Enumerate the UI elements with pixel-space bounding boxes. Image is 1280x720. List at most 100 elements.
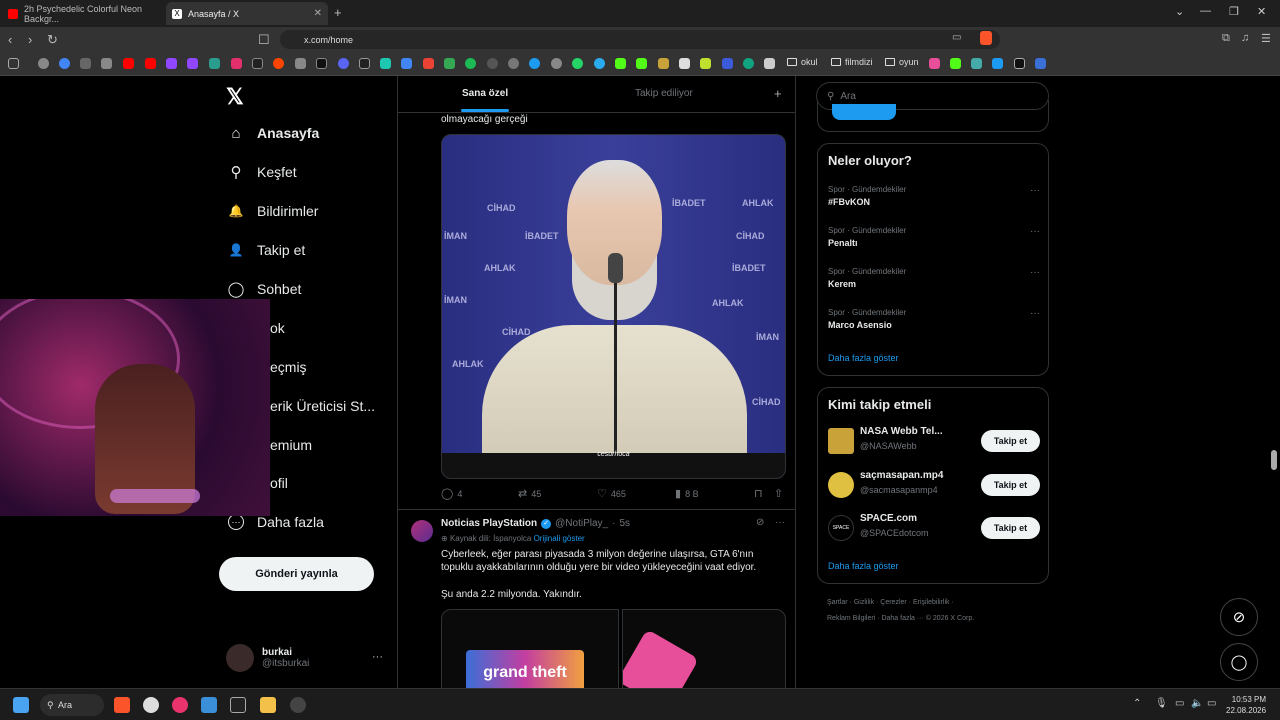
bookmark-icon[interactable] xyxy=(572,58,583,69)
brave-shield-icon[interactable] xyxy=(980,31,992,45)
nav-premium[interactable]: emium xyxy=(270,437,312,453)
bookmark-icon[interactable] xyxy=(359,58,370,69)
bookmark-icon[interactable] xyxy=(508,58,519,69)
new-tab-button[interactable]: + xyxy=(334,5,342,20)
nav-home[interactable]: ⌂ Anasayfa xyxy=(228,125,319,142)
repost-button[interactable]: ⇄ 45 xyxy=(518,487,541,500)
bookmark-icon[interactable] xyxy=(764,58,775,69)
cast-icon[interactable]: ▭ xyxy=(952,32,961,43)
footer-links[interactable]: Şartlar · Gizlilik · Çerezler · Erişileb… xyxy=(827,599,954,606)
tab-list-icon[interactable]: ⌄ xyxy=(1175,5,1184,18)
show-more-link[interactable]: Daha fazla göster xyxy=(828,353,899,363)
bookmark-icon[interactable] xyxy=(166,58,177,69)
bookmark-icon[interactable] xyxy=(295,58,306,69)
footer-links[interactable]: Reklam Bilgileri · Daha fazla ··· © 2026… xyxy=(827,615,974,622)
media-icon[interactable]: ♫ xyxy=(1241,32,1249,44)
url-input[interactable]: x.com/home xyxy=(280,30,1000,49)
show-more-link[interactable]: Daha fazla göster xyxy=(828,561,899,571)
avatar[interactable] xyxy=(411,520,433,542)
bookmark-icon[interactable] xyxy=(551,58,562,69)
reply-button[interactable]: ◯ 4 xyxy=(441,487,462,500)
bookmark-folder-okul[interactable]: okul xyxy=(787,57,818,67)
nav-more[interactable]: ⋯ Daha fazla xyxy=(228,514,324,530)
bookmark-icon[interactable] xyxy=(423,58,434,69)
bookmark-icon[interactable] xyxy=(679,58,690,69)
back-icon[interactable]: ‹ xyxy=(8,32,12,47)
nav-explore[interactable]: ⚲ Keşfet xyxy=(228,164,297,181)
bookmark-icon[interactable] xyxy=(743,58,754,69)
bookmark-icon[interactable] xyxy=(401,58,412,69)
bookmark-folder-oyun[interactable]: oyun xyxy=(885,57,919,67)
bookmark-icon[interactable] xyxy=(950,58,961,69)
media-player-icon[interactable] xyxy=(172,697,188,713)
grok-icon[interactable]: ⊘ xyxy=(756,517,764,528)
bookmark-icon[interactable] xyxy=(145,58,156,69)
bookmark-icon[interactable] xyxy=(59,58,70,69)
show-original-link[interactable]: Orijinali göster xyxy=(534,534,585,543)
views-button[interactable]: ▮ 8 B xyxy=(675,487,699,500)
app-icon[interactable] xyxy=(201,697,217,713)
bookmark-icon[interactable] xyxy=(529,58,540,69)
tweet-image[interactable] xyxy=(622,609,786,689)
apps-icon[interactable] xyxy=(8,58,19,69)
bookmark-icon[interactable] xyxy=(658,58,669,69)
bookmark-icon[interactable] xyxy=(273,58,284,69)
bookmark-icon[interactable] xyxy=(1035,58,1046,69)
bookmark-icon[interactable] xyxy=(722,58,733,69)
close-window-button[interactable]: ✕ xyxy=(1257,5,1266,18)
share-button[interactable]: ⇧ xyxy=(774,487,787,500)
obs-icon[interactable] xyxy=(290,697,306,713)
trend-item[interactable]: Spor · Gündemdekiler Marco Asensio ··· xyxy=(828,308,1040,330)
nav-history[interactable]: eçmiş xyxy=(270,359,307,375)
bookmark-icon[interactable] xyxy=(80,58,91,69)
bookmark-icon[interactable] xyxy=(971,58,982,69)
nav-grok[interactable]: ok xyxy=(270,320,285,336)
close-tab-icon[interactable]: ✕ xyxy=(314,8,322,19)
follow-button[interactable]: Takip et xyxy=(981,517,1040,539)
menu-icon[interactable]: ☰ xyxy=(1261,32,1271,45)
x-logo[interactable]: 𝕏 xyxy=(226,84,244,110)
bookmark-icon[interactable] xyxy=(38,58,49,69)
forward-icon[interactable]: › xyxy=(28,32,32,47)
follow-button[interactable]: Takip et xyxy=(981,474,1040,496)
minimize-button[interactable]: — xyxy=(1200,5,1211,17)
follow-suggestion[interactable]: SPACE SPACE.com @SPACEdotcom Takip et xyxy=(828,513,1040,545)
more-options-icon[interactable]: ··· xyxy=(372,651,383,663)
bookmark-icon[interactable] xyxy=(187,58,198,69)
tweet-image[interactable]: grand theft xyxy=(441,609,619,689)
follow-suggestion[interactable]: saçmasapan.mp4 @sacmasapanmp4 Takip et xyxy=(828,470,1040,502)
app-icon[interactable] xyxy=(143,697,159,713)
brave-icon[interactable] xyxy=(114,697,130,713)
bookmark-icon[interactable] xyxy=(338,58,349,69)
nav-creator-studio[interactable]: erik Üreticisi St... xyxy=(270,398,375,414)
bookmark-icon[interactable] xyxy=(123,58,134,69)
bookmark-icon[interactable] xyxy=(929,58,940,69)
tab-for-you[interactable]: Sana özel xyxy=(462,88,508,99)
maximize-button[interactable]: ❐ xyxy=(1229,5,1239,18)
messages-fab[interactable]: ◯ xyxy=(1220,643,1258,681)
volume-icon[interactable]: 🔈 xyxy=(1191,698,1203,709)
grok-fab[interactable]: ⊘ xyxy=(1220,598,1258,636)
bookmark-icon[interactable] xyxy=(594,58,605,69)
bookmark-icon[interactable] xyxy=(209,58,220,69)
more-options-icon[interactable]: ··· xyxy=(1030,226,1040,237)
extensions-icon[interactable]: ⧉ xyxy=(1222,32,1230,45)
chevron-up-icon[interactable]: ⌃ xyxy=(1133,698,1141,709)
more-options-icon[interactable]: ··· xyxy=(775,517,785,528)
trend-item[interactable]: Spor · Gündemdekiler Kerem ··· xyxy=(828,267,1040,289)
reload-icon[interactable]: ↻ xyxy=(47,32,58,48)
bookmark-icon[interactable] xyxy=(636,58,647,69)
author-handle[interactable]: @NotiPlay_ xyxy=(555,518,608,529)
like-button[interactable]: ♡ 465 xyxy=(597,487,626,500)
bookmark-icon[interactable]: ☐ xyxy=(258,32,270,48)
more-options-icon[interactable]: ··· xyxy=(1030,267,1040,278)
windows-start-icon[interactable] xyxy=(13,697,29,713)
browser-tab-x[interactable]: X Anasayfa / X ✕ xyxy=(166,2,328,25)
follow-button[interactable]: Takip et xyxy=(981,430,1040,452)
nav-notifications[interactable]: 🔔 Bildirimler xyxy=(228,203,319,219)
taskbar-search[interactable]: ⚲ Ara xyxy=(40,694,104,716)
bookmark-icon[interactable] xyxy=(444,58,455,69)
post-button[interactable]: Gönderi yayınla xyxy=(219,557,374,591)
more-options-icon[interactable]: ··· xyxy=(1030,185,1040,196)
app-icon[interactable] xyxy=(230,697,246,713)
